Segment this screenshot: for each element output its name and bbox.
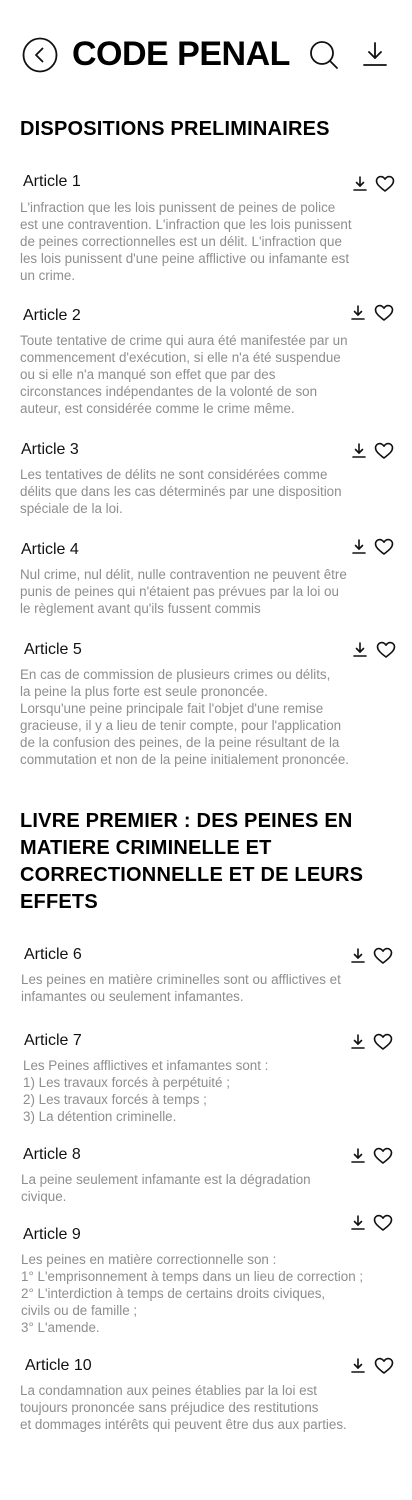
download-icon[interactable] bbox=[352, 175, 368, 193]
heart-icon[interactable] bbox=[373, 1147, 393, 1165]
download-icon[interactable] bbox=[350, 304, 366, 322]
article-title[interactable]: Article 5 bbox=[24, 640, 82, 660]
heart-icon[interactable] bbox=[374, 442, 394, 460]
article-body: Nul crime, nul délit, nulle contraventio… bbox=[20, 567, 347, 616]
download-icon[interactable] bbox=[350, 1357, 366, 1375]
article-title[interactable]: Article 9 bbox=[23, 1225, 81, 1245]
download-icon[interactable] bbox=[351, 538, 367, 556]
article-body: En cas de commission de plusieurs crimes… bbox=[20, 667, 350, 767]
download-icon bbox=[363, 42, 387, 66]
article-body: Toute tentative de crime qui aura été ma… bbox=[20, 333, 348, 416]
download-icon[interactable] bbox=[352, 641, 368, 659]
download-icon[interactable] bbox=[350, 947, 366, 965]
heart-icon[interactable] bbox=[374, 538, 394, 556]
article-title[interactable]: Article 4 bbox=[21, 540, 79, 560]
heart-icon[interactable] bbox=[373, 1214, 393, 1232]
heart-icon[interactable] bbox=[374, 1357, 394, 1375]
heart-icon[interactable] bbox=[373, 1033, 393, 1051]
article-title[interactable]: Article 3 bbox=[21, 440, 79, 460]
heart-icon[interactable] bbox=[375, 175, 395, 193]
section-heading: LIVRE PREMIER : DES PEINES EN MATIERE CR… bbox=[20, 810, 364, 913]
article-title[interactable]: Article 2 bbox=[23, 306, 81, 326]
article-title[interactable]: Article 6 bbox=[24, 945, 82, 965]
article-body: La peine seulement infamante est la dégr… bbox=[21, 1172, 311, 1204]
article-body: Les peines en matière criminelles sont o… bbox=[21, 972, 341, 1004]
back-icon bbox=[22, 37, 58, 73]
download-all-button[interactable] bbox=[360, 38, 390, 72]
article-body: Les tentatives de délits ne sont considé… bbox=[20, 467, 342, 516]
page-title: CODE PENAL bbox=[72, 35, 290, 73]
article-body: Les peines en matière correctionnelle so… bbox=[21, 1252, 364, 1335]
app-header: CODE PENAL bbox=[0, 0, 412, 110]
back-button[interactable] bbox=[22, 37, 58, 73]
article-title[interactable]: Article 10 bbox=[25, 1356, 92, 1376]
download-icon[interactable] bbox=[351, 442, 367, 460]
download-icon[interactable] bbox=[350, 1147, 366, 1165]
heart-icon[interactable] bbox=[374, 304, 394, 322]
download-icon[interactable] bbox=[350, 1214, 366, 1232]
section-heading: DISPOSITIONS PRELIMINAIRES bbox=[20, 118, 330, 140]
article-title[interactable]: Article 7 bbox=[24, 1031, 82, 1051]
search-button[interactable] bbox=[307, 38, 341, 72]
heart-icon[interactable] bbox=[376, 641, 396, 659]
article-title[interactable]: Article 1 bbox=[23, 172, 81, 192]
article-body: Les Peines afflictives et infamantes son… bbox=[23, 1058, 269, 1124]
article-title[interactable]: Article 8 bbox=[23, 1145, 81, 1165]
article-body: L'infraction que les lois punissent de p… bbox=[20, 200, 352, 283]
article-body: La condamnation aux peines établies par … bbox=[20, 1383, 347, 1432]
download-icon[interactable] bbox=[350, 1033, 366, 1051]
heart-icon[interactable] bbox=[373, 947, 393, 965]
search-icon bbox=[310, 41, 338, 69]
